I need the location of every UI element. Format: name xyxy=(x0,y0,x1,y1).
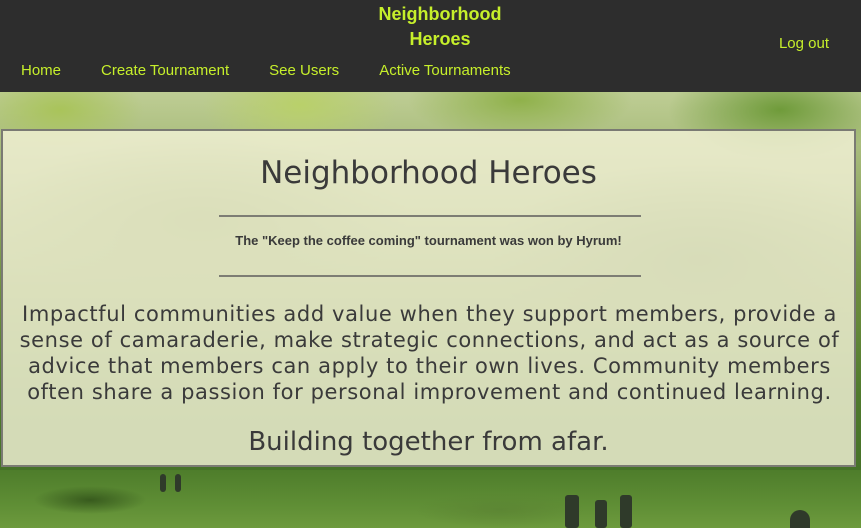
background-person xyxy=(595,500,607,528)
background-person xyxy=(790,510,810,528)
community-description: Impactful communities add value when the… xyxy=(19,302,840,404)
tagline: Building together from afar. xyxy=(248,427,609,457)
nav-link-home[interactable]: Home xyxy=(21,62,61,80)
background-person xyxy=(175,474,181,492)
content-card: Neighborhood Heroes The "Keep the coffee… xyxy=(1,129,856,467)
nav-link-create-tournament[interactable]: Create Tournament xyxy=(101,62,229,80)
tournament-winner-announcement: The "Keep the coffee coming" tournament … xyxy=(235,233,622,248)
brand-title[interactable]: Neighborhood Heroes xyxy=(360,2,520,52)
brand-title-line2: Heroes xyxy=(409,29,471,49)
top-navbar: Neighborhood Heroes Home Create Tourname… xyxy=(0,0,861,92)
background-person xyxy=(620,495,632,528)
brand-title-line1: Neighborhood xyxy=(378,4,502,24)
logout-link[interactable]: Log out xyxy=(779,35,829,52)
divider-top xyxy=(219,215,641,217)
divider-bottom xyxy=(219,275,641,277)
background-grass xyxy=(0,470,861,528)
page-title: Neighborhood Heroes xyxy=(260,155,597,191)
nav-link-see-users[interactable]: See Users xyxy=(269,62,339,80)
nav-links: Home Create Tournament See Users Active … xyxy=(21,62,511,80)
background-person xyxy=(160,474,166,492)
nav-link-active-tournaments[interactable]: Active Tournaments xyxy=(379,62,510,80)
background-person xyxy=(565,495,579,528)
page: Neighborhood Heroes Home Create Tourname… xyxy=(0,0,861,528)
